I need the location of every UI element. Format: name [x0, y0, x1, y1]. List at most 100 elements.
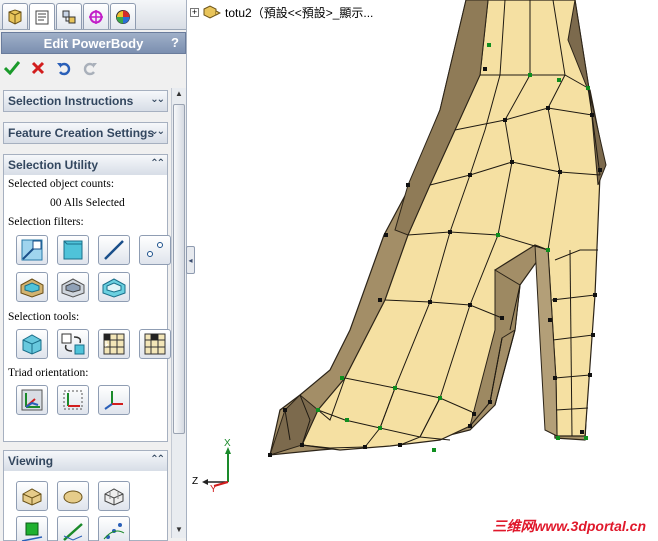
wireframe-view-icon: [104, 488, 124, 506]
filter-body-button[interactable]: [16, 272, 48, 302]
group-header[interactable]: Selection Instructions ⌄⌄: [4, 91, 167, 111]
group-title: Selection Utility: [8, 158, 99, 172]
filter-point-button[interactable]: [139, 235, 171, 265]
chevron-down-icon[interactable]: ⌄⌄: [150, 94, 165, 105]
group-title: Viewing: [8, 454, 54, 468]
feature-creation-group: Feature Creation Settings ⌄⌄: [3, 122, 168, 144]
tree-item-label[interactable]: totu2（預設<<預設>_顯示...: [225, 4, 373, 21]
region-select-icon: [144, 333, 166, 355]
tab-feature-manager[interactable]: [2, 3, 28, 29]
face-filter-icon: [63, 240, 83, 260]
dimxpert-icon: [89, 9, 103, 24]
group-title: Selection Instructions: [8, 94, 134, 108]
viewing-group: Viewing ⌃⌃: [3, 450, 168, 541]
checkmark-icon: [4, 61, 20, 75]
help-button[interactable]: ?: [171, 35, 179, 50]
smooth-view-icon: [63, 490, 83, 504]
manager-tabs: [0, 0, 186, 30]
watermark-logo: 三维网www.3dportal.cn: [492, 518, 647, 534]
expand-toggle[interactable]: +: [190, 7, 199, 17]
group-header[interactable]: Viewing ⌃⌃: [4, 451, 167, 471]
triad-view-button[interactable]: [98, 385, 130, 415]
panel-scrollbar[interactable]: ▲ ▼: [171, 88, 186, 538]
vertices-view-icon: [103, 523, 125, 540]
selection-instructions-group: Selection Instructions ⌄⌄: [3, 90, 168, 112]
edge-filter-icon: [104, 240, 124, 260]
tab-dimxpert-manager[interactable]: [83, 3, 109, 29]
feature-tree-flyout: + totu2（預設<<預設>_顯示...: [190, 3, 373, 21]
selection-utility-body: Selected object counts: 00 Alls Selected…: [4, 175, 171, 441]
triad-axis-label-y: X: [224, 438, 231, 449]
shaded-view-icon: [22, 488, 42, 506]
scroll-down-arrow[interactable]: ▼: [174, 525, 184, 537]
cancel-button[interactable]: [28, 58, 48, 78]
filter-solid-button[interactable]: [98, 272, 130, 302]
group-header[interactable]: Selection Utility ⌃⌃: [4, 155, 167, 175]
invert-selection-button[interactable]: [57, 329, 89, 359]
edges-view-icon: [63, 523, 83, 541]
view-smooth-button[interactable]: [57, 481, 89, 511]
filters-label: Selection filters:: [8, 216, 84, 228]
select-all-button[interactable]: [16, 329, 48, 359]
feature-tree-icon: [8, 8, 22, 25]
filter-vertex-button[interactable]: [16, 235, 48, 265]
tools-label: Selection tools:: [8, 311, 80, 323]
view-wireframe-button[interactable]: [98, 481, 130, 511]
triad-world-button[interactable]: [16, 385, 48, 415]
chevron-down-icon[interactable]: ⌄⌄: [150, 126, 165, 137]
display-manager-icon: [116, 9, 130, 24]
vertex-filter-icon: [21, 239, 43, 261]
body-filter-icon: [20, 278, 44, 298]
redo-button[interactable]: [80, 58, 100, 78]
part-icon: [203, 5, 221, 19]
property-manager-title-bar: Edit PowerBody ?: [1, 32, 186, 54]
triad-local-button[interactable]: [57, 385, 89, 415]
cube-icon: [22, 334, 42, 355]
invert-selection-icon: [61, 333, 85, 355]
tab-display-manager[interactable]: [110, 3, 136, 29]
solid-filter-icon: [102, 278, 126, 298]
graphics-viewport[interactable]: Z X Y 三维网www.3dportal.cn: [190, 0, 658, 541]
selection-utility-group: Selection Utility ⌃⌃ Selected object cou…: [3, 154, 171, 442]
triad-world-icon: [21, 389, 43, 411]
view-edges-button[interactable]: [57, 516, 89, 541]
filter-edge-button[interactable]: [98, 235, 130, 265]
scrollbar-thumb[interactable]: [173, 104, 185, 434]
triad-view-icon: [104, 391, 123, 410]
close-icon: [31, 61, 45, 75]
undo-icon: [57, 62, 71, 76]
select-grow-button[interactable]: [98, 329, 130, 359]
property-manager-icon: [35, 10, 49, 25]
group-header[interactable]: Feature Creation Settings ⌄⌄: [4, 123, 167, 143]
view-vertices-button[interactable]: [98, 516, 130, 541]
ok-button[interactable]: [2, 58, 22, 78]
chevron-up-icon[interactable]: ⌃⌃: [150, 158, 165, 169]
scroll-up-arrow[interactable]: ▲: [174, 89, 184, 101]
property-manager-panel: Edit PowerBody ? Selection Instructions …: [0, 0, 187, 541]
axis-triad: [202, 447, 231, 487]
view-control-points-button[interactable]: [16, 516, 48, 541]
filter-shell-button[interactable]: [57, 272, 89, 302]
undo-button[interactable]: [54, 58, 74, 78]
tab-configuration-manager[interactable]: [56, 3, 82, 29]
chevron-up-icon[interactable]: ⌃⌃: [150, 454, 165, 465]
configuration-icon: [62, 10, 76, 23]
redo-icon: [83, 62, 97, 76]
page-title: Edit PowerBody: [43, 35, 144, 51]
action-toolbar: [2, 57, 100, 79]
triad-label: Triad orientation:: [8, 367, 89, 379]
point-filter-icon: [147, 242, 163, 257]
counts-label: Selected object counts:: [8, 178, 115, 190]
triad-axis-label-x: Z: [192, 476, 199, 487]
filter-face-button[interactable]: [57, 235, 89, 265]
grid-select-icon: [103, 333, 125, 355]
select-region-button[interactable]: [139, 329, 171, 359]
triad-local-icon: [63, 390, 83, 410]
group-title: Feature Creation Settings: [8, 126, 155, 140]
triad-axis-label-z: Y: [210, 484, 217, 495]
shell-filter-icon: [61, 278, 85, 298]
tab-property-manager[interactable]: [29, 3, 55, 30]
view-shaded-button[interactable]: [16, 481, 48, 511]
control-points-icon: [21, 522, 43, 541]
counts-value: 00 Alls Selected: [50, 197, 125, 209]
